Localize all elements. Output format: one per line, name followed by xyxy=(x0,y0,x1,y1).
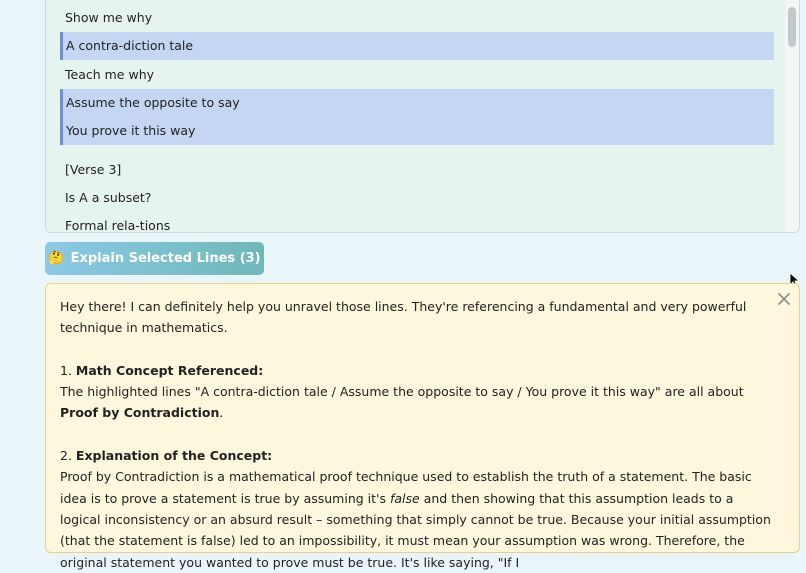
section-1-heading: 1. Math Concept Referenced: xyxy=(60,362,264,378)
lyric-line-selected[interactable]: Assume the opposite to say xyxy=(60,89,774,117)
lyric-line[interactable]: [Verse 3] xyxy=(60,156,774,184)
section-1-text: The highlighted lines "A contra-diction … xyxy=(60,384,744,421)
explain-selected-lines-button[interactable]: 🤔 Explain Selected Lines (3) xyxy=(45,242,264,275)
lyric-line[interactable]: Formal rela-tions xyxy=(60,212,774,232)
explanation-panel: Hey there! I can definitely help you unr… xyxy=(45,283,800,570)
lyric-line-selected[interactable]: You prove it this way xyxy=(60,117,774,145)
lyric-line-selected[interactable]: A contra-diction tale xyxy=(60,32,774,60)
section-2-heading: 2. Explanation of the Concept: xyxy=(60,448,273,464)
section-2-text: Proof by Contradiction is a mathematical… xyxy=(60,469,771,570)
thinking-face-icon: 🤔 xyxy=(48,251,65,266)
lyrics-panel: Show me why A contra-diction tale Teach … xyxy=(45,0,800,233)
lyric-line[interactable]: Teach me why xyxy=(60,61,774,89)
close-icon[interactable] xyxy=(777,292,791,306)
scrollbar-thumb[interactable] xyxy=(788,7,796,47)
scrollbar[interactable] xyxy=(785,0,799,232)
lyric-line[interactable]: Show me why xyxy=(60,4,774,32)
explanation-intro: Hey there! I can definitely help you unr… xyxy=(60,299,747,336)
lyric-line[interactable]: Is A a subset? xyxy=(60,184,774,212)
explain-button-label: Explain Selected Lines (3) xyxy=(70,251,261,266)
